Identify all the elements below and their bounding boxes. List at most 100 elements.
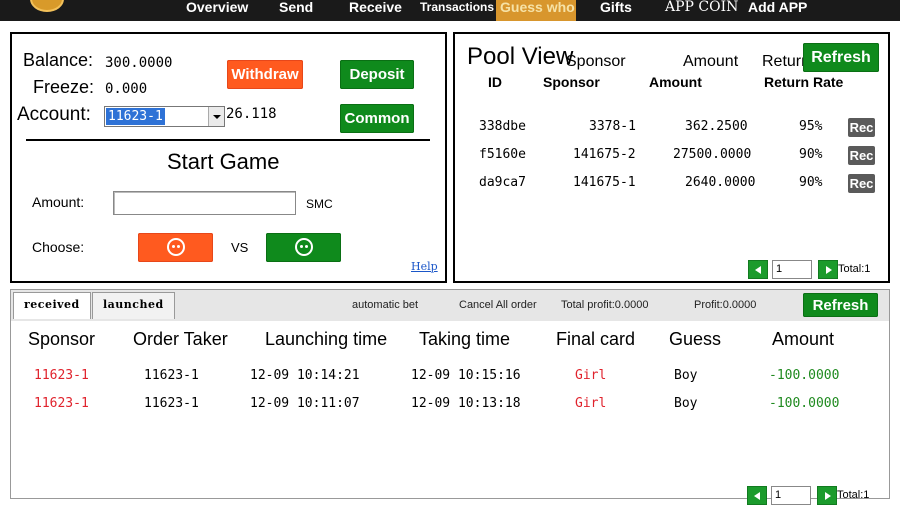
order-cell-taker: 11623-1 <box>144 368 199 383</box>
order-cell-final: Girl <box>575 368 607 383</box>
pool-cell-amount: 27500.0000 <box>673 147 752 162</box>
choose-label: Choose: <box>32 239 85 255</box>
amount-unit: SMC <box>306 197 333 211</box>
pool-cell-sponsor: 141675-2 <box>573 147 636 162</box>
help-link[interactable]: Help <box>411 260 438 273</box>
orders-total: Total:1 <box>837 489 870 501</box>
pool-overlap-amount: Amount <box>683 53 739 70</box>
pool-cell-amount: 2640.0000 <box>685 175 756 190</box>
prev-page-icon[interactable] <box>748 260 768 279</box>
pool-cell-rate: 95% <box>799 119 823 134</box>
tab-launched[interactable]: launched <box>92 292 175 319</box>
nav-add-app[interactable]: Add APP <box>748 0 807 21</box>
rec-button[interactable]: Rec <box>848 146 875 165</box>
pool-row: da9ca7 141675-1 2640.0000 90% <box>479 175 879 195</box>
boy-face-icon <box>295 238 313 256</box>
pool-overlap-sponsor: Sponsor <box>566 53 626 70</box>
order-cell-final: Girl <box>575 396 607 411</box>
account-label: Account: <box>17 104 91 125</box>
pool-cell-id: 338dbe <box>479 119 526 134</box>
pool-total: Total:1 <box>838 263 871 275</box>
nav-app-coin[interactable]: APP COIN <box>665 0 738 21</box>
account-selected-value: 11623-1 <box>106 108 165 125</box>
pool-page-input[interactable]: 1 <box>772 260 812 279</box>
col-header-guess: Guess <box>669 329 722 349</box>
nav-send[interactable]: Send <box>279 0 313 21</box>
pool-cell-id: f5160e <box>479 147 526 162</box>
account-select[interactable]: 11623-1 <box>104 106 225 127</box>
nav-guess-who[interactable]: Guess who <box>496 0 576 21</box>
withdraw-button[interactable]: Withdraw <box>227 60 303 89</box>
col-header-sponsor: Sponsor <box>28 329 96 349</box>
balance-value: 300.0000 <box>105 55 173 71</box>
deposit-button[interactable]: Deposit <box>340 60 414 89</box>
order-row: 11623-1 11623-1 12-09 10:14:21 12-09 10:… <box>11 368 889 388</box>
order-cell-guess: Boy <box>674 368 698 383</box>
pool-cell-rate: 90% <box>799 147 823 162</box>
cancel-all-order-link[interactable]: Cancel All order <box>459 299 537 311</box>
pool-header-return-rate: Return Rate <box>764 74 844 90</box>
order-cell-amount: -100.0000 <box>769 368 840 383</box>
pool-header-id: ID <box>488 74 502 90</box>
nav-transactions[interactable]: Transactions <box>420 0 494 21</box>
top-nav-bar: Overview Send Receive Transactions Guess… <box>0 0 900 21</box>
rec-button[interactable]: Rec <box>848 118 875 137</box>
nav-gifts[interactable]: Gifts <box>600 0 632 21</box>
automatic-bet-link[interactable]: automatic bet <box>352 299 418 311</box>
order-cell-launch: 12-09 10:11:07 <box>250 396 360 411</box>
pool-cell-id: da9ca7 <box>479 175 526 190</box>
order-cell-taking: 12-09 10:15:16 <box>411 368 521 383</box>
order-cell-sponsor: 11623-1 <box>34 368 89 383</box>
amount-input[interactable] <box>113 191 296 215</box>
pool-cell-sponsor: 141675-1 <box>573 175 636 190</box>
orders-pager: 1 Total:1 <box>747 486 887 506</box>
col-header-launching-time: Launching time <box>265 329 388 349</box>
common-button[interactable]: Common <box>340 104 414 133</box>
pool-view-title: Pool View <box>467 43 574 70</box>
logo-icon[interactable] <box>30 0 64 12</box>
next-page-icon[interactable] <box>818 260 838 279</box>
pool-pager: 1 Total:1 <box>748 260 888 280</box>
game-panel: Balance: 300.0000 Freeze: 0.000 Account:… <box>10 32 447 283</box>
rec-button[interactable]: Rec <box>848 174 875 193</box>
pool-cell-rate: 90% <box>799 175 823 190</box>
order-cell-taker: 11623-1 <box>144 396 199 411</box>
vs-label: VS <box>231 240 249 255</box>
order-cell-launch: 12-09 10:14:21 <box>250 368 360 383</box>
freeze-label: Freeze: <box>33 77 95 97</box>
pool-row: 338dbe 3378-1 362.2500 95% <box>479 119 879 139</box>
col-header-amount: Amount <box>772 329 835 349</box>
amount-label: Amount: <box>32 194 85 210</box>
choose-boy-button[interactable] <box>266 233 341 262</box>
account-extra-value: 26.118 <box>226 106 277 122</box>
start-game-title: Start Game <box>167 149 280 174</box>
divider <box>26 139 430 141</box>
pool-cell-amount: 362.2500 <box>685 119 748 134</box>
order-cell-taking: 12-09 10:13:18 <box>411 396 521 411</box>
orders-panel: received launched automatic bet Cancel A… <box>10 289 890 505</box>
pool-cell-sponsor: 3378-1 <box>589 119 636 134</box>
chevron-down-icon[interactable] <box>208 107 224 126</box>
order-cell-amount: -100.0000 <box>769 396 840 411</box>
order-row: 11623-1 11623-1 12-09 10:11:07 12-09 10:… <box>11 396 889 416</box>
col-header-final-card: Final card <box>556 329 636 349</box>
choose-girl-button[interactable] <box>138 233 213 262</box>
nav-receive[interactable]: Receive <box>349 0 402 21</box>
total-profit-text: Total profit:0.0000 <box>561 299 649 311</box>
col-header-order-taker: Order Taker <box>133 329 228 349</box>
nav-overview[interactable]: Overview <box>186 0 248 21</box>
col-header-taking-time: Taking time <box>419 329 511 349</box>
profit-text: Profit:0.0000 <box>694 299 757 311</box>
pool-header-amount: Amount <box>649 74 702 90</box>
tab-received[interactable]: received <box>13 292 91 319</box>
girl-face-icon <box>167 238 185 256</box>
orders-toolbar: received launched automatic bet Cancel A… <box>11 290 889 321</box>
balance-label: Balance: <box>23 50 94 70</box>
freeze-value: 0.000 <box>105 81 148 97</box>
order-cell-guess: Boy <box>674 396 698 411</box>
pool-view-panel: Pool View Sponsor Amount Return Rate Ref… <box>453 32 890 283</box>
pool-header-sponsor: Sponsor <box>543 74 600 90</box>
orders-refresh-button[interactable]: Refresh <box>803 293 878 317</box>
pool-refresh-button[interactable]: Refresh <box>803 43 879 72</box>
order-cell-sponsor: 11623-1 <box>34 396 89 411</box>
